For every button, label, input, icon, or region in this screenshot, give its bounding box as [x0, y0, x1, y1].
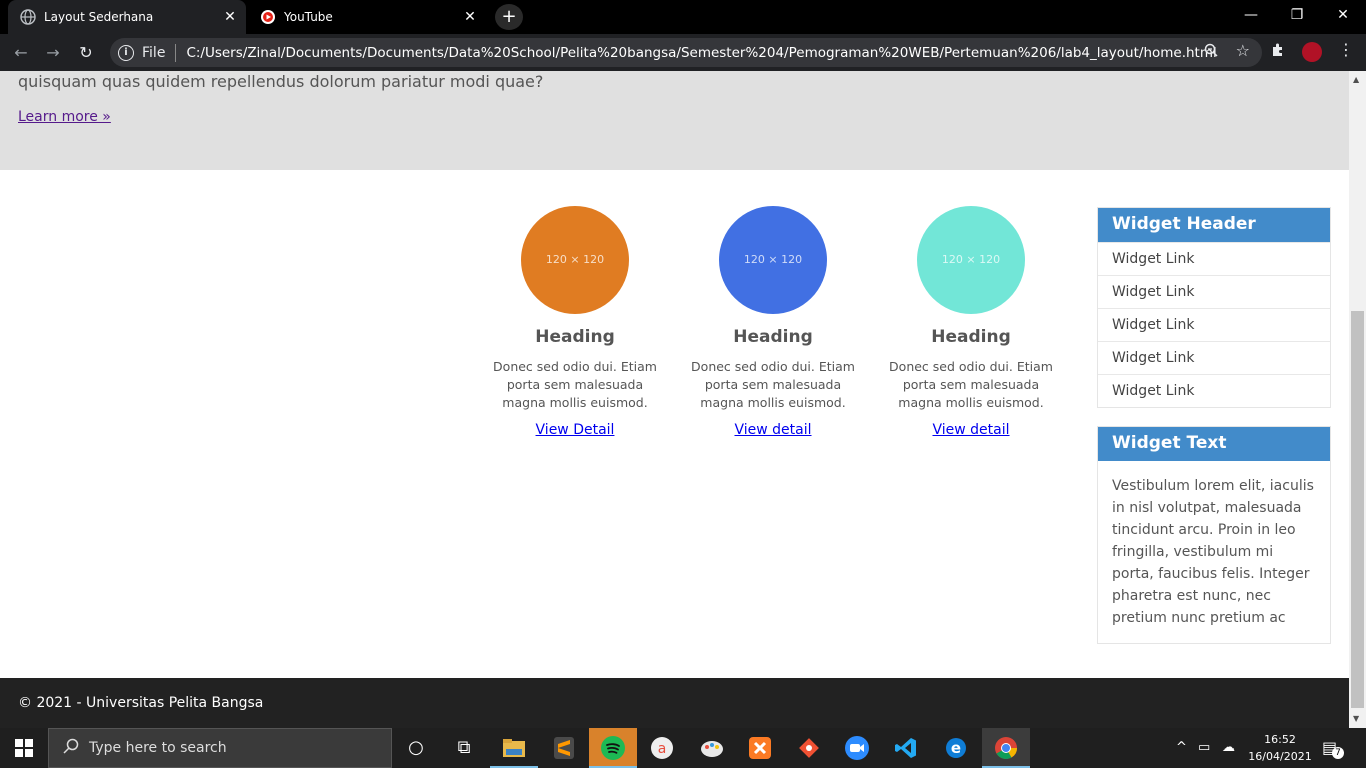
- battery-icon[interactable]: ▭: [1198, 728, 1210, 768]
- search-icon: [63, 738, 79, 758]
- profile-avatar[interactable]: [1302, 42, 1322, 62]
- hero-text: quisquam quas quidem repellendus dolorum…: [18, 72, 544, 91]
- tab-youtube[interactable]: YouTube ✕: [248, 0, 486, 34]
- widget-text: Widget Text Vestibulum lorem elit, iacul…: [1097, 426, 1331, 644]
- browser-toolbar: ← → ↻ i File C:/Users/Zinal/Documents/Do…: [0, 34, 1366, 71]
- tab-layout-sederhana[interactable]: Layout Sederhana ✕: [8, 0, 246, 34]
- tray-expand-icon[interactable]: ^: [1176, 728, 1187, 768]
- task-view-icon[interactable]: ⧉: [440, 728, 488, 768]
- extensions-icon[interactable]: [1270, 42, 1286, 62]
- widget-links: Widget Header Widget Link Widget Link Wi…: [1097, 207, 1331, 408]
- tab-title: Layout Sederhana: [44, 10, 154, 24]
- vscode-icon[interactable]: [882, 728, 930, 768]
- tab-title: YouTube: [284, 10, 333, 24]
- svg-text:e: e: [951, 739, 961, 757]
- file-explorer-icon[interactable]: [490, 728, 538, 768]
- info-icon[interactable]: i: [118, 44, 134, 61]
- minimize-icon[interactable]: —: [1228, 0, 1274, 32]
- page-scrollbar[interactable]: ▲ ▼: [1349, 71, 1366, 728]
- notification-center-icon[interactable]: ▤ 7: [1322, 738, 1344, 759]
- forward-icon[interactable]: →: [40, 40, 66, 66]
- scheme-label: File: [142, 44, 166, 61]
- close-window-icon[interactable]: ✕: [1320, 0, 1366, 32]
- widget-link[interactable]: Widget Link: [1098, 341, 1330, 374]
- feature-card: 120 × 120 Heading Donec sed odio dui. Et…: [881, 206, 1061, 438]
- windows-taskbar: Type here to search ○ ⧉ a e ^ ▭ ☁ 16:52 …: [0, 728, 1366, 768]
- placeholder-image: 120 × 120: [917, 206, 1025, 314]
- search-placeholder: Type here to search: [89, 740, 227, 756]
- card-text: Donec sed odio dui. Etiam porta sem male…: [493, 359, 657, 410]
- zoom-app-icon[interactable]: [833, 728, 881, 768]
- learn-more-link[interactable]: Learn more »: [18, 109, 111, 125]
- app-a-icon[interactable]: a: [638, 728, 686, 768]
- scroll-up-icon[interactable]: ▲: [1353, 75, 1359, 84]
- clock-date: 16/04/2021: [1248, 750, 1312, 763]
- widget-text-body: Vestibulum lorem elit, iaculis in nisl v…: [1112, 478, 1314, 626]
- divider: [175, 43, 177, 62]
- chrome-icon[interactable]: [982, 728, 1030, 768]
- placeholder-image: 120 × 120: [719, 206, 827, 314]
- sublime-text-icon[interactable]: [540, 728, 588, 768]
- widget-link[interactable]: Widget Link: [1098, 308, 1330, 341]
- paint-icon[interactable]: [688, 728, 736, 768]
- scroll-thumb[interactable]: [1351, 311, 1364, 708]
- url-text[interactable]: C:/Users/Zinal/Documents/Documents/Data%…: [186, 45, 1216, 61]
- footer-text: © 2021 - Universitas Pelita Bangsa: [18, 695, 264, 711]
- system-clock[interactable]: 16:52 16/04/2021: [1242, 731, 1318, 765]
- spotify-icon[interactable]: [589, 728, 637, 768]
- zoom-icon[interactable]: [1204, 43, 1218, 61]
- xampp-icon[interactable]: [736, 728, 784, 768]
- feature-card: 120 × 120 Heading Donec sed odio dui. Et…: [485, 206, 665, 438]
- close-tab-icon[interactable]: ✕: [462, 9, 478, 25]
- git-icon[interactable]: [785, 728, 833, 768]
- hero-section: quisquam quas quidem repellendus dolorum…: [0, 71, 1349, 170]
- notification-count: 7: [1332, 747, 1344, 759]
- address-bar[interactable]: i File C:/Users/Zinal/Documents/Document…: [110, 38, 1262, 67]
- widget-link[interactable]: Widget Link: [1098, 242, 1330, 275]
- view-detail-link[interactable]: View detail: [734, 422, 811, 438]
- card-heading: Heading: [931, 327, 1011, 347]
- view-detail-link[interactable]: View Detail: [536, 422, 615, 438]
- back-icon[interactable]: ←: [8, 40, 34, 66]
- widget-header: Widget Header: [1098, 208, 1330, 242]
- card-heading: Heading: [733, 327, 813, 347]
- card-text: Donec sed odio dui. Etiam porta sem male…: [889, 359, 1053, 410]
- close-tab-icon[interactable]: ✕: [222, 9, 238, 25]
- edge-icon[interactable]: e: [932, 728, 980, 768]
- svg-text:a: a: [658, 741, 667, 757]
- clock-time: 16:52: [1264, 733, 1296, 746]
- scroll-down-icon[interactable]: ▼: [1353, 714, 1359, 723]
- restore-icon[interactable]: ❐: [1274, 0, 1320, 32]
- browser-tab-bar: Layout Sederhana ✕ YouTube ✕ + — ❐ ✕: [0, 0, 1366, 34]
- reload-icon[interactable]: ↻: [73, 40, 99, 66]
- onedrive-icon[interactable]: ☁: [1222, 728, 1235, 768]
- windows-start-icon[interactable]: [0, 728, 48, 768]
- feature-card: 120 × 120 Heading Donec sed odio dui. Et…: [683, 206, 863, 438]
- menu-dots-icon[interactable]: ⋮: [1338, 40, 1354, 59]
- page-footer: © 2021 - Universitas Pelita Bangsa: [0, 678, 1349, 728]
- view-detail-link[interactable]: View detail: [932, 422, 1009, 438]
- globe-icon: [20, 9, 36, 25]
- card-heading: Heading: [535, 327, 615, 347]
- placeholder-image: 120 × 120: [521, 206, 629, 314]
- widget-link[interactable]: Widget Link: [1098, 374, 1330, 407]
- widget-text-header: Widget Text: [1098, 427, 1330, 461]
- cortana-icon[interactable]: ○: [392, 728, 440, 768]
- card-text: Donec sed odio dui. Etiam porta sem male…: [691, 359, 855, 410]
- taskbar-search-input[interactable]: Type here to search: [48, 728, 392, 768]
- new-tab-button[interactable]: +: [495, 4, 523, 30]
- widget-link[interactable]: Widget Link: [1098, 275, 1330, 308]
- page-viewport: quisquam quas quidem repellendus dolorum…: [0, 71, 1349, 728]
- youtube-icon: [260, 9, 276, 25]
- bookmark-star-icon[interactable]: ☆: [1236, 41, 1250, 60]
